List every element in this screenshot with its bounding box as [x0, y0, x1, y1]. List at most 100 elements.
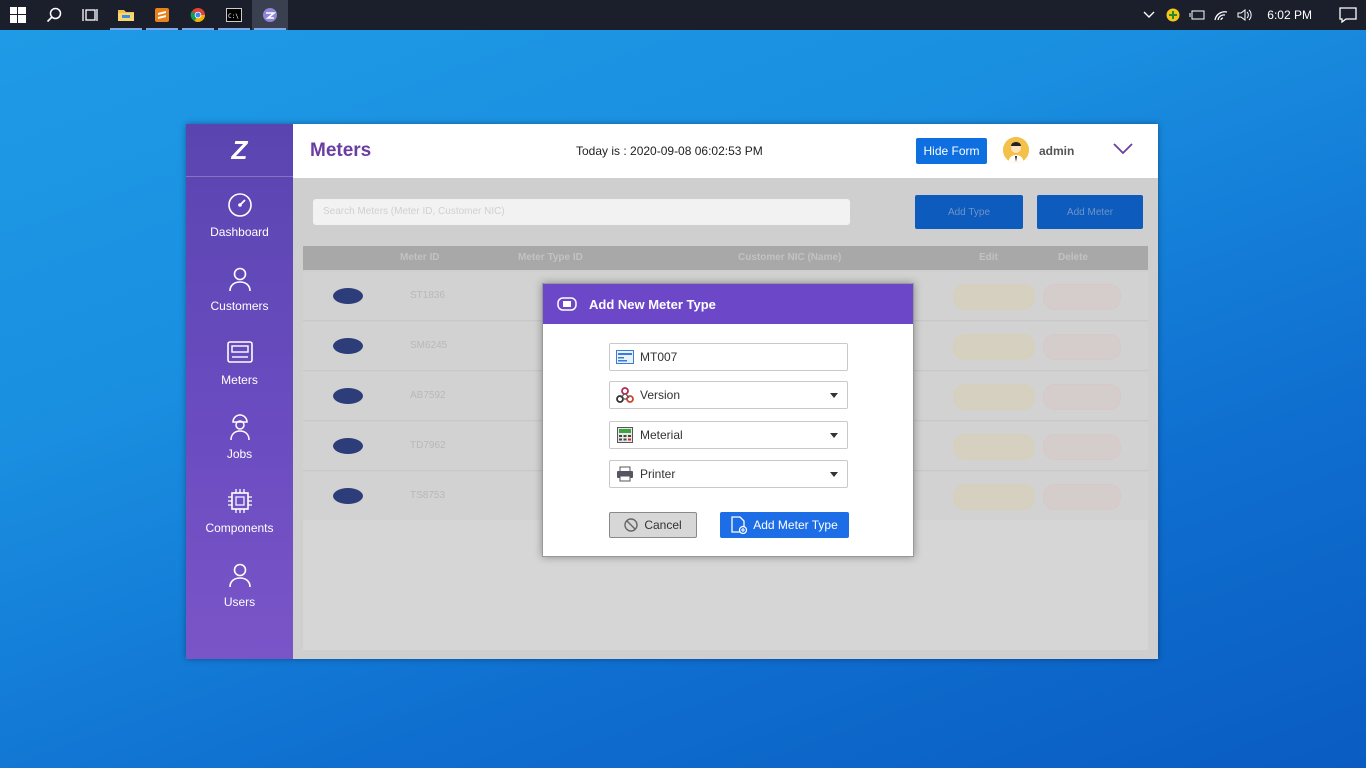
windows-icon — [10, 7, 26, 23]
dialog-header: Add New Meter Type — [543, 284, 913, 324]
edit-button[interactable] — [953, 384, 1035, 410]
task-view-icon — [82, 9, 98, 21]
person-icon — [227, 263, 253, 295]
sidebar-item-label: Dashboard — [210, 225, 269, 239]
chrome-button[interactable] — [180, 0, 216, 30]
cmd-button[interactable]: C:\ — [216, 0, 252, 30]
version-select[interactable]: Version — [609, 381, 848, 409]
meter-type-badge — [333, 488, 363, 504]
column-header: Edit — [979, 252, 998, 263]
edit-button[interactable] — [953, 334, 1035, 360]
sidebar-item-label: Jobs — [226, 447, 253, 461]
meter-icon — [226, 337, 254, 369]
top-bar: Meters Today is : 2020-09-08 06:02:53 PM… — [293, 124, 1158, 178]
speedometer-icon — [227, 189, 253, 221]
cancel-icon — [624, 518, 639, 532]
chrome-icon — [190, 8, 205, 22]
table-header: Meter ID Meter Type ID Customer NIC (Nam… — [303, 246, 1148, 270]
add-meter-type-button[interactable]: Add Meter Type — [720, 512, 849, 538]
delete-button[interactable] — [1043, 284, 1121, 310]
folder-icon — [118, 10, 134, 21]
file-explorer-button[interactable] — [108, 0, 144, 30]
meter-type-badge — [333, 438, 363, 454]
sidebar-item-label: Customers — [210, 299, 269, 313]
sidebar-item-users[interactable]: Users — [186, 547, 293, 621]
webhook-icon — [610, 387, 640, 403]
shield-plus-icon[interactable] — [1161, 0, 1185, 30]
chevron-up-icon[interactable] — [1137, 0, 1161, 30]
column-header: Meter Type ID — [518, 252, 583, 263]
page-title: Meters — [310, 140, 372, 161]
volume-icon[interactable] — [1233, 0, 1257, 30]
sidebar-item-label: Meters — [221, 373, 258, 387]
task-view-button[interactable] — [72, 0, 108, 30]
sidebar-item-meters[interactable]: Meters — [186, 325, 293, 399]
sidebar: Z Dashboard Customers Meters Jobs Compon… — [186, 124, 293, 659]
chevron-down-icon[interactable] — [1113, 142, 1133, 161]
sublime-icon — [155, 8, 169, 22]
search-button[interactable] — [36, 0, 72, 30]
clock[interactable]: 6:02 PM — [1267, 8, 1312, 22]
start-button[interactable] — [0, 0, 36, 30]
add-meter-button[interactable]: Add Meter — [1037, 195, 1143, 229]
app-logo-icon — [263, 8, 277, 22]
delete-button[interactable] — [1043, 484, 1121, 510]
sublime-button[interactable] — [144, 0, 180, 30]
search-input[interactable]: Search Meters (Meter ID, Customer NIC) — [313, 199, 850, 225]
svg-text:C:\: C:\ — [228, 13, 239, 20]
delete-button[interactable] — [1043, 334, 1121, 360]
add-meter-type-dialog: Add New Meter Type MT007 Version Meteria… — [542, 283, 914, 557]
edit-button[interactable] — [953, 484, 1035, 510]
meter-app-button[interactable] — [252, 0, 288, 30]
meter-id: TD7962 — [410, 440, 446, 451]
today-datetime: Today is : 2020-09-08 06:02:53 PM — [576, 144, 763, 158]
meter-id: ST1836 — [410, 290, 446, 301]
chevron-down-icon — [830, 472, 838, 477]
sidebar-item-label: Components — [205, 521, 274, 535]
sidebar-item-components[interactable]: Components — [186, 473, 293, 547]
search-icon — [46, 7, 62, 23]
sidebar-item-customers[interactable]: Customers — [186, 251, 293, 325]
meter-id: SM6245 — [410, 340, 448, 351]
column-header: Delete — [1058, 252, 1089, 263]
add-type-button[interactable]: Add Type — [915, 195, 1023, 229]
edit-button[interactable] — [953, 284, 1035, 310]
avatar[interactable] — [1003, 137, 1029, 163]
meter-id: AB7592 — [410, 390, 446, 401]
dialog-title: Add New Meter Type — [589, 296, 716, 312]
sidebar-item-label: Users — [223, 595, 256, 609]
hide-form-button[interactable]: Hide Form — [916, 138, 987, 164]
chevron-down-icon — [830, 433, 838, 438]
printer-value: Printer — [640, 467, 676, 481]
battery-icon[interactable] — [1185, 0, 1209, 30]
worker-icon — [227, 411, 253, 443]
sidebar-item-dashboard[interactable]: Dashboard — [186, 177, 293, 251]
delete-button[interactable] — [1043, 434, 1121, 460]
sidebar-item-jobs[interactable]: Jobs — [186, 399, 293, 473]
meter-id: TS8753 — [410, 490, 446, 501]
material-select[interactable]: Meterial — [609, 421, 848, 449]
wifi-icon[interactable] — [1209, 0, 1233, 30]
meter-type-badge — [333, 338, 363, 354]
cancel-label: Cancel — [644, 518, 682, 532]
version-value: Version — [640, 388, 681, 402]
meter-type-icon — [557, 297, 577, 311]
app-logo[interactable]: Z — [186, 124, 293, 177]
delete-button[interactable] — [1043, 384, 1121, 410]
add-meter-type-label: Add Meter Type — [753, 518, 838, 532]
meter-type-id-field[interactable]: MT007 — [609, 343, 848, 371]
meter-type-id-value: MT007 — [640, 350, 678, 364]
terminal-icon: C:\ — [226, 8, 242, 22]
taskbar: C:\ 6:02 PM — [0, 0, 1366, 30]
chevron-down-icon — [830, 393, 838, 398]
edit-button[interactable] — [953, 434, 1035, 460]
notification-icon[interactable] — [1330, 7, 1366, 23]
printer-icon — [610, 466, 640, 482]
material-value: Meterial — [640, 428, 683, 442]
meter-type-badge — [333, 288, 363, 304]
cancel-button[interactable]: Cancel — [609, 512, 697, 538]
calculator-icon — [610, 427, 640, 443]
user-name: admin — [1039, 144, 1075, 158]
id-card-icon — [610, 350, 640, 364]
printer-select[interactable]: Printer — [609, 460, 848, 488]
